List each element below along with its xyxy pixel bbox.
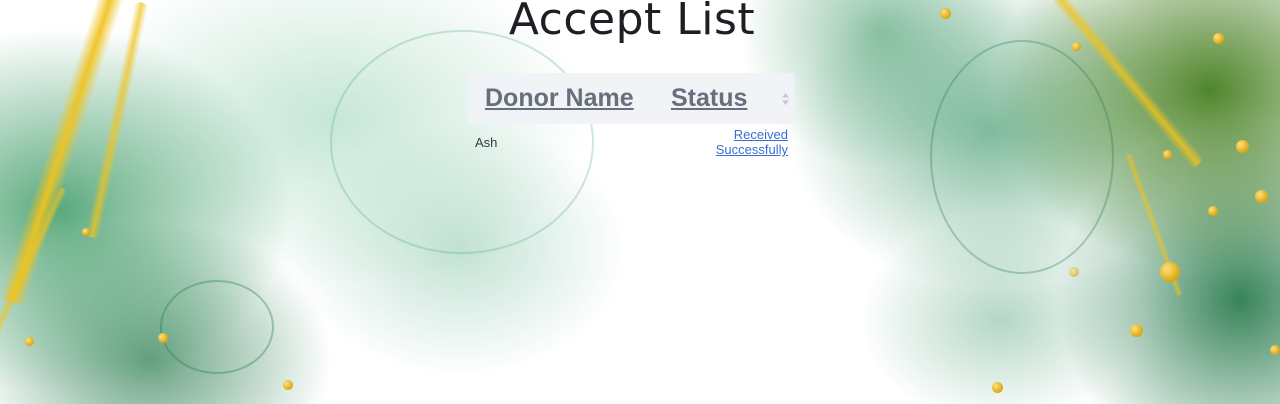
- status-cell: Received Successfully: [671, 124, 795, 160]
- sort-arrows-icon[interactable]: [782, 93, 789, 105]
- column-header-donor-name[interactable]: Donor Name: [468, 73, 671, 124]
- table-header-row: Donor Name Status: [468, 73, 795, 124]
- status-link[interactable]: Received Successfully: [716, 127, 788, 157]
- table-header: Donor Name Status: [468, 73, 795, 124]
- accept-list-table-container: Donor Name Status Ash Received Successfu…: [468, 73, 795, 160]
- donor-name-cell: Ash: [475, 134, 498, 150]
- table-row: Ash Received Successfully: [468, 124, 795, 160]
- page-title: Accept List: [508, 0, 756, 45]
- column-header-status[interactable]: Status: [671, 73, 795, 124]
- column-header-label[interactable]: Donor Name: [485, 84, 634, 112]
- column-header-label[interactable]: Status: [671, 84, 747, 112]
- accept-list-table: Donor Name Status Ash Received Successfu…: [468, 73, 795, 160]
- accept-list-page: Accept List Donor Name Status Ash Receiv…: [0, 0, 1280, 404]
- table-body: Ash Received Successfully: [468, 124, 795, 160]
